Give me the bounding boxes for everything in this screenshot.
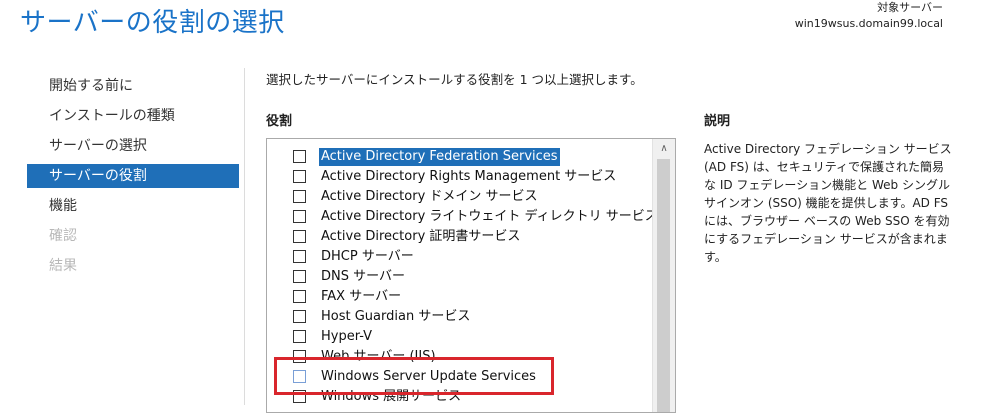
role-row[interactable]: FAX サーバー [267,287,652,307]
nav-item-confirmation: 確認 [49,228,77,244]
role-row[interactable]: Active Directory Federation Services [267,147,652,167]
role-label[interactable]: Active Directory Federation Services [319,148,560,166]
role-checkbox[interactable] [293,250,306,263]
target-server: 対象サーバー win19wsus.domain99.local [795,0,943,32]
nav-item-server-roles[interactable]: サーバーの役割 [27,164,239,188]
role-label[interactable]: DHCP サーバー [319,248,416,266]
nav-separator [244,68,245,405]
role-label[interactable]: Active Directory ドメイン サービス [319,188,540,206]
roles-scrollbar[interactable]: ∧ [652,139,675,412]
nav-item-before-you-begin[interactable]: 開始する前に [27,74,239,98]
role-row[interactable]: Active Directory ドメイン サービス [267,187,652,207]
scrollbar-thumb[interactable] [657,159,670,412]
role-label[interactable]: Active Directory Rights Management サービス [319,168,618,186]
nav-item-server-selection[interactable]: サーバーの選択 [27,134,239,158]
role-checkbox[interactable] [293,190,306,203]
role-row[interactable]: Active Directory 証明書サービス [267,227,652,247]
nav-item-results: 結果 [49,258,77,274]
role-label[interactable]: DNS サーバー [319,268,407,286]
role-checkbox[interactable] [293,290,306,303]
role-checkbox[interactable] [293,230,306,243]
role-label[interactable]: Active Directory 証明書サービス [319,228,522,246]
role-checkbox[interactable] [293,270,306,283]
role-checkbox[interactable] [293,310,306,323]
role-row[interactable]: DHCP サーバー [267,247,652,267]
role-checkbox[interactable] [293,170,306,183]
role-row[interactable]: Active Directory Rights Management サービス [267,167,652,187]
chevron-up-icon[interactable]: ∧ [653,143,675,154]
role-label[interactable]: Host Guardian サービス [319,308,472,326]
highlight-annotation [274,357,554,395]
description-heading: 説明 [704,114,731,129]
role-checkbox[interactable] [293,150,306,163]
target-server-value: win19wsus.domain99.local [794,17,943,30]
description-text: Active Directory フェデレーション サービス (AD FS) は… [704,142,952,264]
role-row[interactable]: Active Directory ライトウェイト ディレクトリ サービス [267,207,658,227]
role-row[interactable]: Hyper-V [267,327,652,347]
page-title: サーバーの役割の選択 [20,8,285,38]
instruction-text: 選択したサーバーにインストールする役割を 1 つ以上選択します。 [266,72,643,87]
role-label[interactable]: Hyper-V [319,328,374,346]
target-server-label: 対象サーバー [877,1,943,14]
wizard-nav: 開始する前に インストールの種類 サーバーの選択 サーバーの役割 機能 確認 結… [27,74,239,284]
role-checkbox[interactable] [293,210,306,223]
role-label[interactable]: Active Directory ライトウェイト ディレクトリ サービス [319,208,660,226]
role-checkbox[interactable] [293,330,306,343]
role-row[interactable]: DNS サーバー [267,267,652,287]
roles-heading: 役割 [266,114,293,129]
role-row[interactable]: Host Guardian サービス [267,307,652,327]
nav-item-installation-type[interactable]: インストールの種類 [27,104,239,128]
role-label[interactable]: FAX サーバー [319,288,403,306]
nav-item-features[interactable]: 機能 [27,194,239,218]
